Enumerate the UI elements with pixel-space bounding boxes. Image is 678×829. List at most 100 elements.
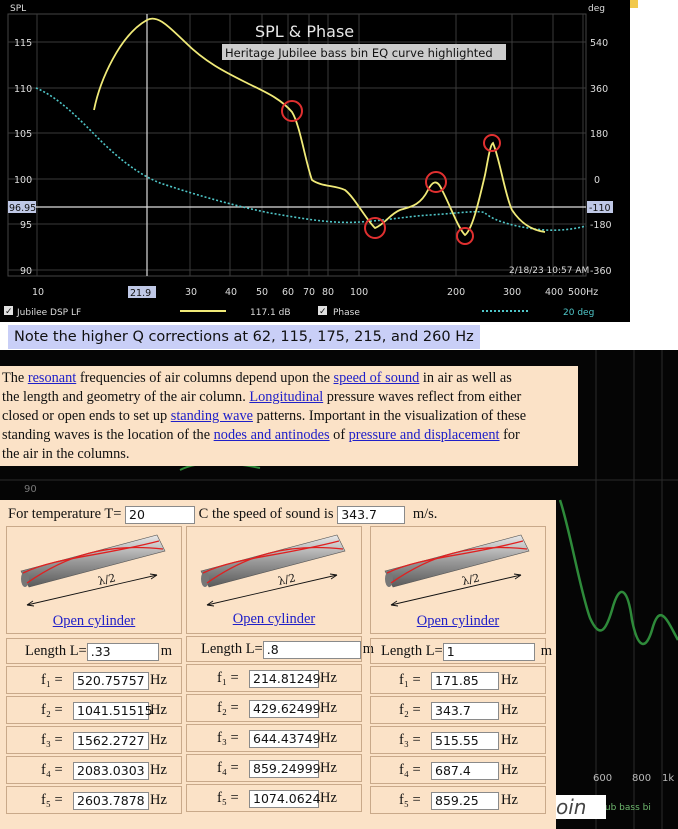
link-nodes-antinodes[interactable]: nodes and antinodes xyxy=(214,427,330,443)
link-longitudinal[interactable]: Longitudinal xyxy=(249,389,323,405)
plot-subtitle: Heritage Jubilee bass bin EQ curve highl… xyxy=(225,46,493,60)
legend: ✓ Jubilee DSP LF 117.1 dB ✓ Phase 20 deg xyxy=(4,306,594,318)
x-tick: 200 xyxy=(447,287,465,298)
cylinder-illustration: λ/2 xyxy=(200,534,346,607)
frequency-output[interactable]: 515.55 xyxy=(431,731,499,750)
bg-x-tick: 800 xyxy=(632,773,651,784)
cursor-phase-value: -110 xyxy=(589,203,611,214)
left-axis-label: SPL xyxy=(10,4,26,14)
svg-text:✓: ✓ xyxy=(319,307,327,317)
length-input[interactable]: .33 xyxy=(86,642,159,661)
harmonic-row: f₃ = 515.55 Hz xyxy=(370,726,546,754)
harmonic-row: f₂ = 1041.51515Hz xyxy=(6,696,182,724)
svg-text:λ/2: λ/2 xyxy=(461,571,481,588)
frequency-output[interactable]: 687.4 xyxy=(431,761,499,780)
svg-text:λ/2: λ/2 xyxy=(97,571,117,588)
frequency-output[interactable]: 2603.7878 xyxy=(73,791,149,810)
x-tick: 100 xyxy=(350,287,368,298)
bg-x-tick: 600 xyxy=(593,773,612,784)
left-tick: 90 xyxy=(20,266,32,277)
temperature-row: For temperature T= 20 C the speed of sou… xyxy=(8,503,556,525)
paragraph-line-3: closed or open ends to set up standing w… xyxy=(2,408,527,424)
harmonic-row: f₁ = 520.75757 Hz xyxy=(6,666,182,694)
speed-prefix: C the speed of sound is xyxy=(198,506,334,522)
length-row: Length L= .33 m xyxy=(6,638,182,664)
open-cylinder-diagram: λ/2 Open cylinder xyxy=(186,526,362,634)
open-cylinder-diagram: λ/2 Open cylinder xyxy=(370,526,546,634)
harmonic-row: f₅ = 859.25 Hz xyxy=(370,786,546,814)
left-tick: 115 xyxy=(14,38,32,49)
x-tick: 10 xyxy=(32,287,44,298)
x-tick: 300 xyxy=(503,287,521,298)
frequency-output[interactable]: 343.7 xyxy=(431,701,499,720)
right-tick: -180 xyxy=(590,220,612,231)
x-tick: 400 xyxy=(545,287,563,298)
frequency-output[interactable]: 859.24999 xyxy=(249,759,321,778)
right-ticks: 540 360 180 0 -180 -360 xyxy=(590,38,612,277)
speed-of-sound-input[interactable]: 343.7 xyxy=(337,505,406,524)
open-cylinder-link[interactable]: Open cylinder xyxy=(187,611,361,628)
legend-phase-value: 20 deg xyxy=(563,308,594,318)
temp-prefix: For temperature T= xyxy=(8,506,122,522)
link-standing-wave[interactable]: standing wave xyxy=(171,408,253,424)
harmonic-row: f₅ = 2603.7878 Hz xyxy=(6,786,182,814)
harmonic-row: f₂ = 429.62499Hz xyxy=(186,694,362,722)
harmonic-row: f₃ = 644.43749Hz xyxy=(186,724,362,752)
harmonic-row: f₃ = 1562.2727 Hz xyxy=(6,726,182,754)
frequency-output[interactable]: 859.25 xyxy=(431,791,499,810)
spl-phase-plot: SPL deg 115 110 105 100 95 90 96.95 540 … xyxy=(0,0,630,322)
open-cylinder-link[interactable]: Open cylinder xyxy=(371,613,545,630)
frequency-output[interactable]: 520.75757 xyxy=(73,671,149,690)
right-tick: 360 xyxy=(590,84,608,95)
left-tick: 95 xyxy=(20,220,32,231)
bg-x-tick: 1k xyxy=(662,773,674,784)
paragraph-line-2: the length and geometry of the air colum… xyxy=(2,389,522,405)
svg-text:✓: ✓ xyxy=(5,307,13,317)
frequency-output[interactable]: 1041.51515 xyxy=(73,701,153,720)
harmonic-row: f₄ = 2083.0303 Hz xyxy=(6,756,182,784)
cursor-spl-value: 96.95 xyxy=(9,203,36,214)
spl-phase-svg: SPL deg 115 110 105 100 95 90 96.95 540 … xyxy=(4,4,613,318)
bg-tick-90: 90 xyxy=(24,484,37,495)
x-tick: 60 xyxy=(282,287,294,298)
right-tick: 0 xyxy=(594,175,600,186)
link-pressure-displacement[interactable]: pressure and displacement xyxy=(349,427,500,443)
frequency-output[interactable]: 1562.2727 xyxy=(73,731,149,750)
x-tick: 50 xyxy=(256,287,268,298)
legend-spl-value: 117.1 dB xyxy=(250,308,291,318)
link-speed-of-sound[interactable]: speed of sound xyxy=(334,370,420,386)
background-green-curve xyxy=(558,499,678,645)
frequency-output[interactable]: 429.62499 xyxy=(249,699,321,718)
right-tick: -360 xyxy=(590,266,612,277)
x-tick: 40 xyxy=(225,287,237,298)
length-row: Length L= .8 m xyxy=(186,636,374,662)
right-edge-accent xyxy=(630,0,638,8)
harmonic-row: f₂ = 343.7 Hz xyxy=(370,696,546,724)
length-row: Length L= 1 m xyxy=(370,638,552,664)
speed-unit: m/s. xyxy=(412,506,438,522)
x-tick: 80 xyxy=(322,287,334,298)
background-logo-fragment: oin xyxy=(556,795,606,819)
frequency-output[interactable]: 1074.0624 xyxy=(249,789,321,808)
cylinder-illustration: λ/2 xyxy=(384,534,530,607)
timestamp: 2/18/23 10:57 AM xyxy=(509,266,589,276)
frequency-output[interactable]: 171.85 xyxy=(431,671,499,690)
frequency-output[interactable]: 644.43749 xyxy=(249,729,321,748)
length-input[interactable]: 1 xyxy=(442,642,535,661)
open-cylinder-diagram: λ/2 Open cylinder xyxy=(6,526,182,634)
paragraph-line-5: the air in the columns. xyxy=(2,446,130,462)
harmonic-row: f₁ = 214.81249Hz xyxy=(186,664,362,692)
x-ticks: 10 30 40 50 60 70 80 100 200 300 400 500… xyxy=(32,287,598,298)
temperature-input[interactable]: 20 xyxy=(125,505,196,524)
open-cylinder-link[interactable]: Open cylinder xyxy=(7,613,181,630)
link-resonant[interactable]: resonant xyxy=(28,370,76,386)
frequency-output[interactable]: 214.81249 xyxy=(249,669,321,688)
legend-phase-name: Phase xyxy=(333,308,360,318)
frequency-output[interactable]: 2083.0303 xyxy=(73,761,149,780)
resonance-calculator: For temperature T= 20 C the speed of sou… xyxy=(0,500,556,829)
length-input[interactable]: .8 xyxy=(262,640,361,659)
svg-text:λ/2: λ/2 xyxy=(277,571,297,588)
right-tick: 540 xyxy=(590,38,608,49)
harmonic-row: f₅ = 1074.0624Hz xyxy=(186,784,362,812)
harmonic-row: f₄ = 687.4 Hz xyxy=(370,756,546,784)
